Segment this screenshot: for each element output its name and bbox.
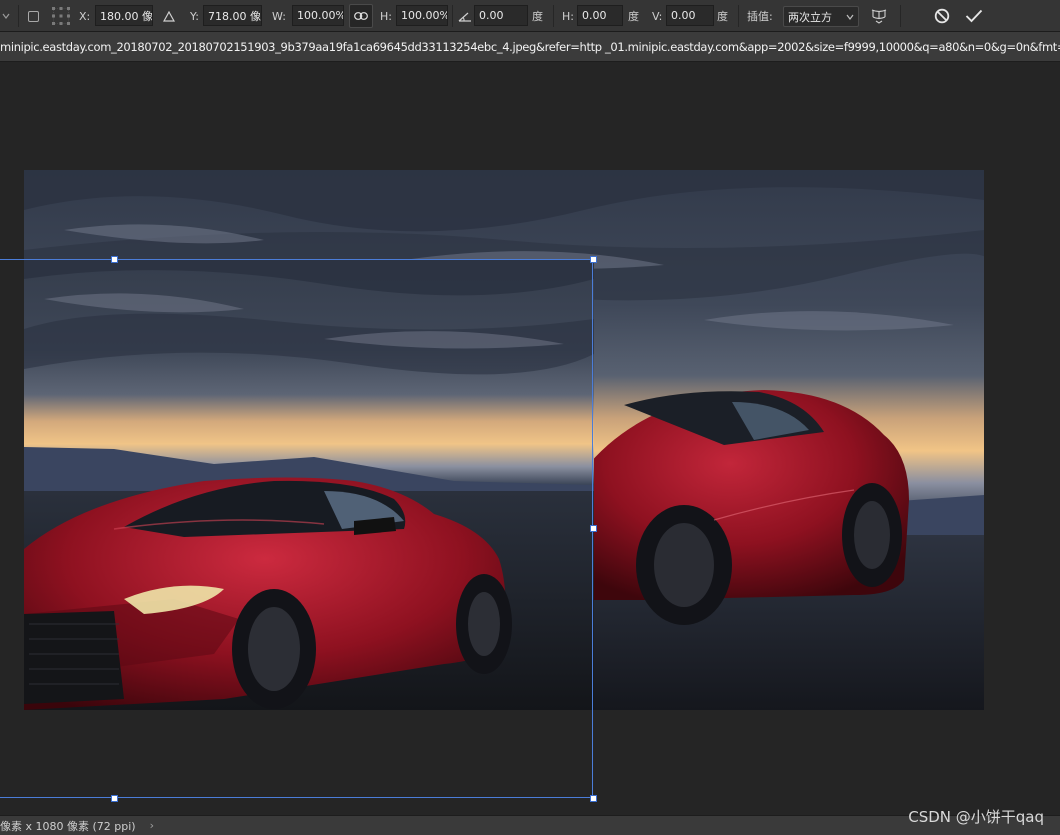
cancel-icon[interactable] — [934, 0, 950, 32]
options-bar: X: 180.00 像素 Y: 718.00 像素 W: 100.00% H: … — [0, 0, 1060, 32]
document-title: minipic.eastday.com_20180702_20180702151… — [0, 39, 1060, 54]
x-label: X: — [79, 9, 91, 23]
divider — [900, 5, 901, 27]
interpolation-label: 插值: — [747, 10, 773, 23]
transform-handle-middle-right[interactable] — [590, 525, 597, 532]
divider — [452, 5, 453, 27]
y-label: Y: — [190, 9, 199, 23]
width-field[interactable]: 100.00% — [292, 5, 344, 26]
chevron-down-icon[interactable] — [2, 0, 10, 32]
hskew-label: H: — [562, 9, 574, 23]
transform-handle-bottom-center[interactable] — [111, 795, 118, 802]
divider — [18, 5, 19, 27]
height-field[interactable]: 100.00% — [396, 5, 448, 26]
hskew-unit: 度 — [628, 10, 639, 23]
status-menu-arrow[interactable]: › — [150, 819, 154, 832]
delta-icon[interactable] — [163, 0, 175, 32]
status-bar: 像素 x 1080 像素 (72 ppi) › — [0, 815, 1060, 835]
interpolation-select[interactable]: 两次立方 — [783, 6, 859, 27]
rotation-field[interactable]: 0.00 — [474, 5, 528, 26]
vertical-skew-field[interactable]: 0.00 — [666, 5, 714, 26]
document-info: 像素 x 1080 像素 (72 ppi) — [0, 819, 136, 833]
reference-point-checkbox[interactable] — [28, 0, 39, 32]
vskew-unit: 度 — [717, 10, 728, 23]
h-label: H: — [380, 9, 392, 23]
divider — [553, 5, 554, 27]
interpolation-value: 两次立方 — [788, 10, 832, 24]
angle-icon — [458, 0, 472, 32]
warp-icon[interactable] — [870, 0, 888, 32]
transform-handle-top-right[interactable] — [590, 256, 597, 263]
transform-handle-top-center[interactable] — [111, 256, 118, 263]
w-label: W: — [272, 9, 286, 23]
y-position-field[interactable]: 718.00 像素 — [203, 5, 262, 26]
transformed-layer[interactable] — [24, 259, 594, 710]
vskew-label: V: — [652, 9, 663, 23]
watermark: CSDN @小饼干qaq — [908, 808, 1044, 826]
transform-handle-bottom-right[interactable] — [590, 795, 597, 802]
commit-icon[interactable] — [965, 0, 983, 32]
link-icon[interactable] — [349, 4, 373, 28]
rotation-unit: 度 — [532, 10, 543, 23]
reference-point-icon[interactable] — [52, 0, 70, 32]
chevron-down-icon — [846, 14, 854, 20]
horizontal-skew-field[interactable]: 0.00 — [577, 5, 623, 26]
divider — [738, 5, 739, 27]
document-tab[interactable]: minipic.eastday.com_20180702_20180702151… — [0, 32, 1060, 62]
x-position-field[interactable]: 180.00 像素 — [95, 5, 153, 26]
